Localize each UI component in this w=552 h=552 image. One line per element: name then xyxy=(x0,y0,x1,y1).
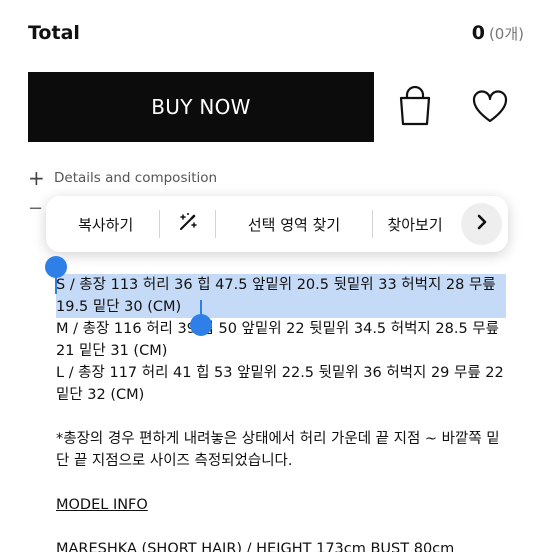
total-label: Total xyxy=(28,22,80,44)
copy-button[interactable]: 복사하기 xyxy=(52,214,159,235)
lookup-button[interactable]: 찾아보기 xyxy=(373,214,457,235)
details-composition-toggle[interactable]: + Details and composition xyxy=(28,166,217,190)
buy-now-label: BUY NOW xyxy=(151,95,251,119)
size-m-text: M / 총장 116 허리 39 힙 50 앞밑위 22 뒷밑위 34.5 허벅… xyxy=(56,321,499,359)
total-value-group: 0 (0개) xyxy=(472,22,524,44)
chevron-right-icon xyxy=(475,213,489,235)
sparkle-icon xyxy=(177,211,199,237)
heart-icon[interactable] xyxy=(472,90,508,124)
buy-now-button[interactable]: BUY NOW xyxy=(28,72,374,142)
find-selection-label: 선택 영역 찾기 xyxy=(247,215,341,234)
selection-end-handle[interactable] xyxy=(190,314,212,336)
model-info-title: MODEL INFO xyxy=(56,497,148,513)
shopping-bag-icon[interactable] xyxy=(396,85,434,126)
total-row: Total 0 (0개) xyxy=(28,18,524,48)
selection-start-handle[interactable] xyxy=(45,256,67,278)
size-l-text: L / 총장 117 허리 41 힙 53 앞밑위 22.5 뒷밑위 36 허벅… xyxy=(56,365,504,403)
details-label: Details and composition xyxy=(54,170,218,186)
sparkle-button[interactable] xyxy=(160,211,215,237)
find-selection-button[interactable]: 선택 영역 찾기 xyxy=(216,214,372,235)
plus-icon: + xyxy=(28,166,45,190)
measurement-note: *총장의 경우 편하게 내려놓은 상태에서 허리 가운데 끝 지점 ~ 바깥쪽 … xyxy=(56,431,500,469)
minus-icon: − xyxy=(28,197,44,219)
text-selection-menu: 복사하기 선택 영역 찾기 찾아보기 xyxy=(46,196,508,252)
lookup-label: 찾아보기 xyxy=(387,215,443,234)
size-info-content: S / 총장 113 허리 36 힙 47.5 앞밑위 20.5 뒷밑위 33 … xyxy=(56,274,506,552)
total-amount: 0 xyxy=(471,22,485,44)
model-info-line: MARESHKA (SHORT HAIR) / HEIGHT 173cm BUS… xyxy=(56,541,455,552)
total-count: (0개) xyxy=(488,25,524,43)
size-s-selected-text[interactable]: S / 총장 113 허리 36 힙 47.5 앞밑위 20.5 뒷밑위 33 … xyxy=(56,274,506,318)
copy-label: 복사하기 xyxy=(78,215,134,234)
more-options-button[interactable] xyxy=(461,203,502,245)
